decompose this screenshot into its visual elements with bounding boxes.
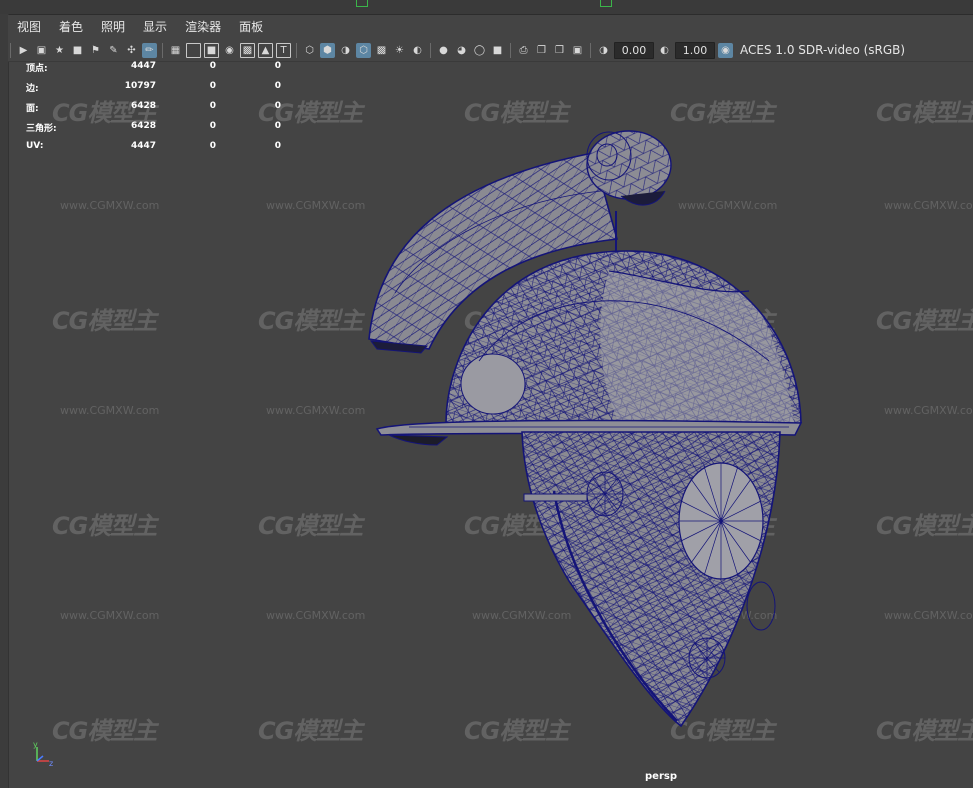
- camera-icon[interactable]: ■: [70, 43, 85, 58]
- hud-label: UV:: [26, 141, 44, 151]
- hud-value-selected: 0: [209, 61, 216, 71]
- xray-icon[interactable]: ❐: [534, 43, 549, 58]
- textured-icon[interactable]: ▩: [374, 43, 389, 58]
- bookmark-icon[interactable]: ★: [52, 43, 67, 58]
- toolbar-separator: [430, 42, 431, 58]
- helmet-cheek-guard: [521, 431, 781, 728]
- toolbar-separator: [510, 42, 511, 58]
- anti-aliasing-icon[interactable]: ◯: [472, 43, 487, 58]
- hud-row-vertices: 顶点: 4447 0 0: [26, 61, 286, 81]
- menu-shading[interactable]: 着色: [50, 15, 92, 39]
- keyframe-marker: [600, 0, 612, 7]
- exposure-icon[interactable]: ◑: [596, 43, 611, 58]
- menu-lighting[interactable]: 照明: [92, 15, 134, 39]
- xray-active-components-icon[interactable]: ❒: [552, 43, 567, 58]
- flag-icon[interactable]: ⚑: [88, 43, 103, 58]
- hud-value-selected: 0: [209, 121, 216, 131]
- hud-value-object: 6428: [130, 121, 156, 131]
- depth-of-field-icon[interactable]: ■: [490, 43, 505, 58]
- color-space-label[interactable]: ACES 1.0 SDR-video (sRGB): [740, 43, 905, 57]
- resolution-gate-icon[interactable]: ■: [204, 42, 219, 58]
- gamma-icon[interactable]: ◐: [657, 43, 672, 58]
- hud-row-faces: 面: 6428 0 0: [26, 101, 286, 121]
- panel-toolbar: ▶ ▣ ★ ■ ⚑ ✎ ✣ ✏ ▦ ■ ◉ ▩ ▲ T ⬡ ⬢ ◑ ⬡ ▩ ☀ …: [8, 39, 973, 62]
- camera-name-label: persp: [645, 771, 677, 782]
- move-tool-icon[interactable]: ✣: [124, 43, 139, 58]
- grid-icon[interactable]: ▦: [168, 43, 183, 58]
- grease-pencil-icon[interactable]: ✎: [106, 43, 121, 58]
- axis-y-label: y: [33, 740, 38, 749]
- pencil-icon[interactable]: ✏: [142, 42, 157, 58]
- poly-count-hud: 顶点: 4447 0 0 边: 10797 0 0 面: 6428 0 0 三角…: [26, 61, 286, 161]
- hud-label: 边:: [26, 84, 39, 94]
- hud-value-object: 4447: [130, 141, 156, 151]
- safe-action-icon[interactable]: ▲: [258, 42, 273, 58]
- toolbar-separator: [10, 42, 11, 58]
- panel-menubar: 视图 着色 照明 显示 渲染器 面板: [8, 15, 973, 39]
- hud-row-edges: 边: 10797 0 0: [26, 81, 286, 101]
- wireframe-icon[interactable]: ⬡: [302, 43, 317, 58]
- hud-label: 顶点:: [26, 64, 48, 74]
- gamma-field[interactable]: 1.00: [675, 41, 715, 59]
- keyframe-marker: [356, 0, 368, 7]
- toolbar-separator: [162, 42, 163, 58]
- hud-value-components: 0: [274, 141, 281, 151]
- color-management-icon[interactable]: ◉: [718, 42, 733, 58]
- hud-label: 三角形:: [26, 124, 57, 134]
- hud-value-components: 0: [274, 121, 281, 131]
- view-axis-gizmo: y z: [33, 740, 53, 768]
- hud-value-selected: 0: [209, 81, 216, 91]
- wireframe-on-shaded-icon[interactable]: ⬡: [356, 42, 371, 58]
- hud-value-components: 0: [274, 81, 281, 91]
- hud-value-components: 0: [274, 61, 281, 71]
- isolate-select-icon[interactable]: ⎙: [516, 43, 531, 58]
- exposure-field[interactable]: 0.00: [614, 41, 654, 59]
- film-gate-icon[interactable]: [186, 42, 201, 58]
- axis-z-label: z: [49, 759, 53, 768]
- xray-joints-icon[interactable]: ▣: [570, 43, 585, 58]
- toolbar-separator: [296, 42, 297, 58]
- hud-value-object: 4447: [130, 61, 156, 71]
- hud-value-object: 6428: [130, 101, 156, 111]
- toolbar-separator: [590, 42, 591, 58]
- screen-space-ao-icon[interactable]: ●: [436, 43, 451, 58]
- menu-show[interactable]: 显示: [134, 15, 176, 39]
- camera-attributes-icon[interactable]: ▣: [34, 43, 49, 58]
- field-chart-icon[interactable]: ▩: [240, 42, 255, 58]
- motion-blur-icon[interactable]: ◕: [454, 43, 469, 58]
- hud-value-object: 10797: [124, 81, 156, 91]
- menu-renderer[interactable]: 渲染器: [176, 15, 230, 39]
- menu-view[interactable]: 视图: [8, 15, 50, 39]
- menu-panels[interactable]: 面板: [230, 15, 272, 39]
- helmet-wireframe-model[interactable]: [9, 61, 973, 788]
- top-strip: [0, 0, 973, 15]
- smooth-shade-icon[interactable]: ⬢: [320, 42, 335, 58]
- use-default-material-icon[interactable]: ◑: [338, 43, 353, 58]
- select-camera-icon[interactable]: ▶: [16, 43, 31, 58]
- use-lights-icon[interactable]: ☀: [392, 43, 407, 58]
- gate-mask-icon[interactable]: ◉: [222, 43, 237, 58]
- hud-value-selected: 0: [209, 101, 216, 111]
- hud-label: 面:: [26, 104, 39, 114]
- safe-title-icon[interactable]: T: [276, 42, 291, 58]
- hud-row-triangles: 三角形: 6428 0 0: [26, 121, 286, 141]
- shadows-icon[interactable]: ◐: [410, 43, 425, 58]
- hud-value-components: 0: [274, 101, 281, 111]
- left-panel-edge: [0, 14, 9, 788]
- hud-value-selected: 0: [209, 141, 216, 151]
- hud-row-uvs: UV: 4447 0 0: [26, 141, 286, 161]
- viewport-persp[interactable]: CG模型主 CG模型主 CG模型主 CG模型主 CG模型主 CG模型主 CG模型主 CG模型主…: [9, 61, 973, 788]
